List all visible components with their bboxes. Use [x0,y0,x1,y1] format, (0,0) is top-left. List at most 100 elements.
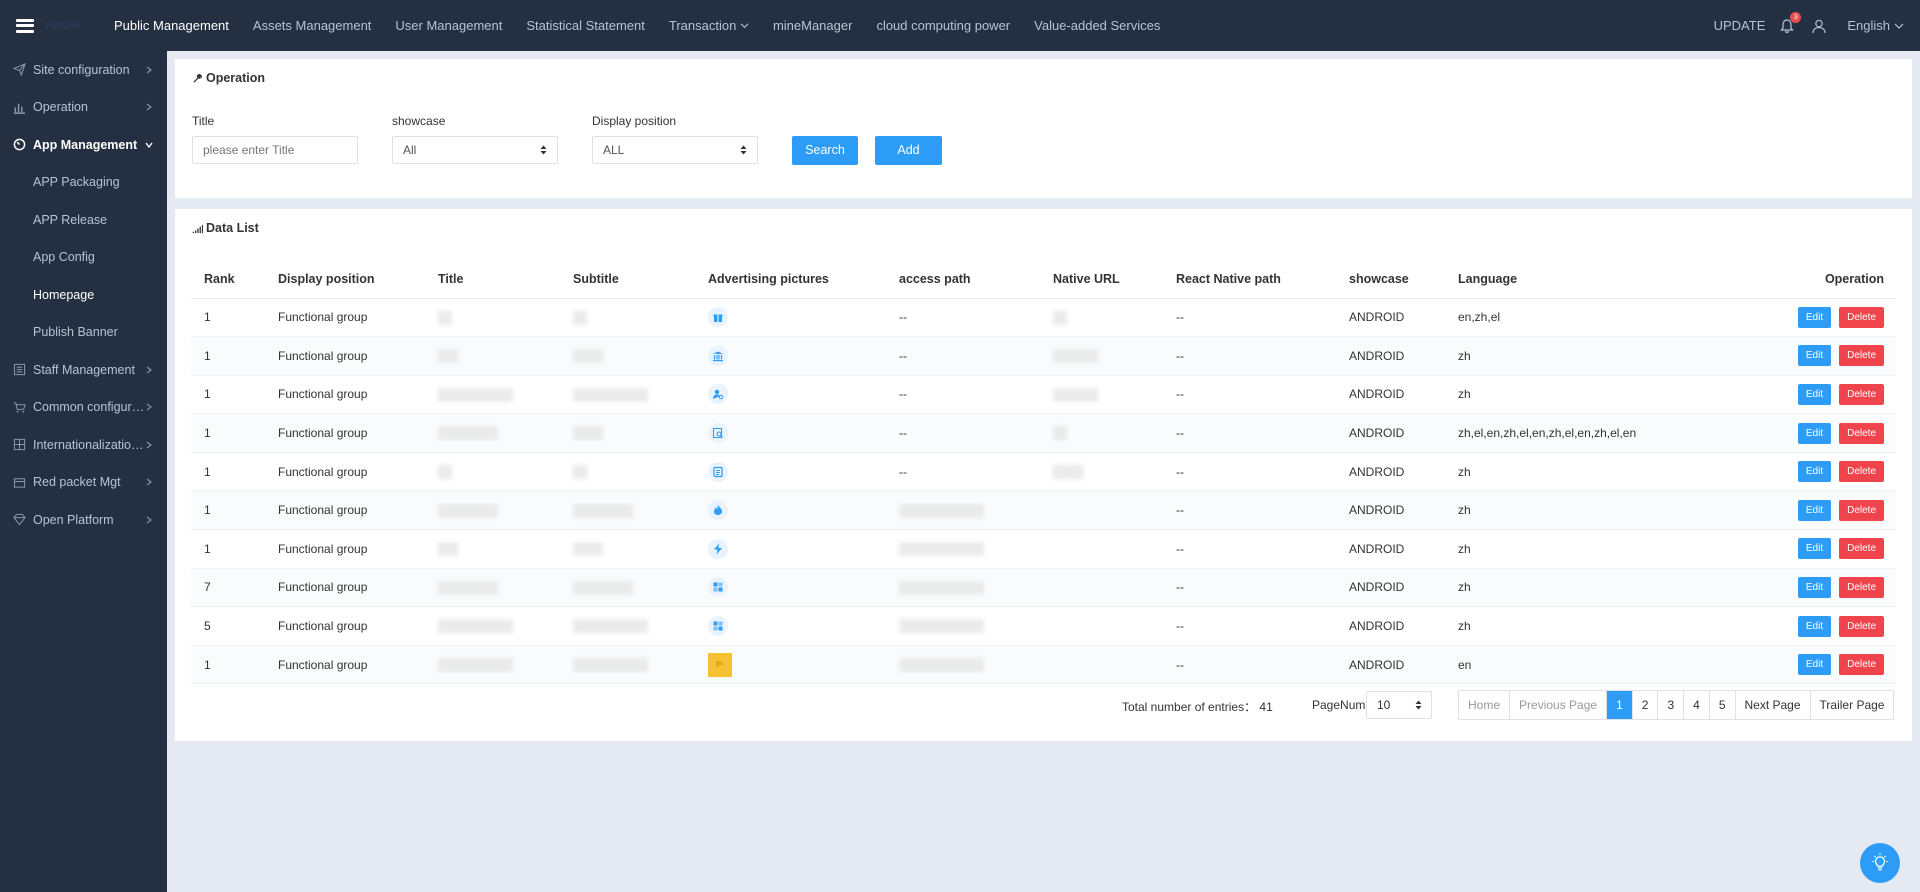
cell-access-path-wrap [886,606,1040,646]
page-home-button[interactable]: Home [1459,691,1511,719]
showcase-select[interactable]: All [392,136,558,164]
delete-button[interactable]: Delete [1839,345,1884,367]
cell-advertising-picture[interactable] [695,375,886,415]
redacted-subtitle [573,465,587,480]
update-button[interactable]: UPDATE [1714,18,1766,33]
sidebar-sub-homepage[interactable]: Homepage [0,276,167,314]
title-input[interactable] [192,136,358,164]
sidebar-sub-publish-banner[interactable]: Publish Banner [0,314,167,352]
data-list-panel: Data List Rank Display position Title Su… [175,209,1912,741]
page-1-button[interactable]: 1 [1607,691,1633,719]
cell-title [425,336,560,376]
delete-button[interactable]: Delete [1839,499,1884,521]
edit-button[interactable]: Edit [1797,345,1832,367]
delete-button[interactable]: Delete [1839,615,1884,637]
edit-button[interactable]: Edit [1797,422,1832,444]
delete-button[interactable]: Delete [1839,383,1884,405]
sidebar-item-red-packet-mgt[interactable]: Red packet Mgt [0,464,167,502]
edit-button[interactable]: Edit [1797,306,1832,328]
edit-button[interactable]: Edit [1797,499,1832,521]
cell-advertising-picture[interactable] [695,645,886,685]
table-row: 1 Functional group -- ANDROID zh Edit Delete [191,529,1896,569]
display-position-select[interactable]: ALL [592,136,758,164]
cell-subtitle [560,568,695,608]
sidebar-item-internationalization[interactable]: Internationalization... [0,426,167,464]
cell-display-position: Functional group [265,490,425,531]
sidebar-item-staff-management[interactable]: Staff Management [0,351,167,389]
user-icon[interactable] [1811,18,1827,34]
sidebar-sub-app-release[interactable]: APP Release [0,201,167,239]
redacted-title [438,387,513,402]
delete-button[interactable]: Delete [1839,422,1884,444]
sidebar-sub-app-packaging[interactable]: APP Packaging [0,164,167,202]
cell-title [425,298,560,338]
redacted-subtitle [573,426,603,441]
page-5-button[interactable]: 5 [1710,691,1736,719]
sidebar-item-label: Site configuration [33,62,130,77]
table-row: 1 Functional group -- -- ANDROID zh,el,en,zh,… [191,413,1896,453]
page-next-button[interactable]: Next Page [1736,691,1811,719]
page-last-button[interactable]: Trailer Page [1811,691,1894,719]
col-showcase: showcase [1336,260,1445,299]
cell-advertising-picture[interactable] [695,452,886,492]
nav-value-added-services[interactable]: Value-added Services [1022,0,1172,51]
cell-display-position: Functional group [265,298,425,338]
delete-button[interactable]: Delete [1839,654,1884,676]
page-3-button[interactable]: 3 [1658,691,1685,719]
nav-transaction[interactable]: Transaction [657,0,761,51]
menu-toggle-icon[interactable] [16,18,34,33]
nav-cloud-computing-power[interactable]: cloud computing power [864,0,1022,51]
delete-button[interactable]: Delete [1839,306,1884,328]
tiles-icon [708,577,728,598]
edit-button[interactable]: Edit [1797,538,1832,560]
cell-access-path-wrap: -- [886,336,1040,376]
cell-native-url [1040,413,1163,453]
cell-advertising-picture[interactable] [695,298,886,338]
cell-advertising-picture[interactable] [695,568,886,608]
cell-react-native-path: -- [1163,529,1336,569]
delete-button[interactable]: Delete [1839,538,1884,560]
add-button[interactable]: Add [875,136,942,165]
edit-button[interactable]: Edit [1797,615,1832,637]
top-navbar: ISLUM Public Management Assets Managemen… [0,0,1920,51]
cell-advertising-picture[interactable] [695,336,886,376]
cell-advertising-picture[interactable] [695,606,886,646]
sidebar-item-app-management[interactable]: App Management [0,126,167,164]
cell-advertising-picture[interactable] [695,413,886,453]
cell-operation: Edit Delete [1665,413,1896,453]
page-4-button[interactable]: 4 [1684,691,1710,719]
sidebar-sub-app-config[interactable]: App Config [0,239,167,277]
nav-statistical-statement[interactable]: Statistical Statement [514,0,657,51]
nav-public-management[interactable]: Public Management [102,0,241,51]
page-2-button[interactable]: 2 [1633,691,1659,719]
search-button[interactable]: Search [792,136,858,165]
nav-assets-management[interactable]: Assets Management [241,0,384,51]
page-size-select[interactable]: 10 [1366,691,1432,719]
sidebar-item-open-platform[interactable]: Open Platform [0,501,167,539]
edit-button[interactable]: Edit [1797,383,1832,405]
language-selector[interactable]: English [1847,18,1904,33]
nav-mine-manager[interactable]: mineManager [761,0,865,51]
redacted-subtitle [573,542,603,557]
edit-button[interactable]: Edit [1797,576,1832,598]
sidebar-item-site-configuration[interactable]: Site configuration [0,51,167,89]
cell-advertising-picture[interactable] [695,529,886,569]
gift-icon [708,307,728,328]
nav-user-management[interactable]: User Management [383,0,514,51]
help-floating-button[interactable] [1860,843,1900,883]
edit-button[interactable]: Edit [1797,461,1832,483]
sidebar-item-operation[interactable]: Operation [0,89,167,127]
notification-bell[interactable]: 3 [1779,11,1802,34]
cell-access-path-wrap [886,529,1040,569]
nav-transaction-label: Transaction [668,18,737,33]
delete-button[interactable]: Delete [1839,576,1884,598]
language-label: English [1847,18,1890,33]
page-prev-button[interactable]: Previous Page [1510,691,1608,719]
table-row: 5 Functional group -- ANDROID zh Edit Delete [191,606,1896,646]
sidebar-item-common-configuration[interactable]: Common configura... [0,389,167,427]
delete-button[interactable]: Delete [1839,461,1884,483]
cell-access-path-wrap: -- [886,413,1040,453]
cell-native-url [1040,645,1163,685]
cell-advertising-picture[interactable] [695,490,886,531]
edit-button[interactable]: Edit [1797,654,1832,676]
